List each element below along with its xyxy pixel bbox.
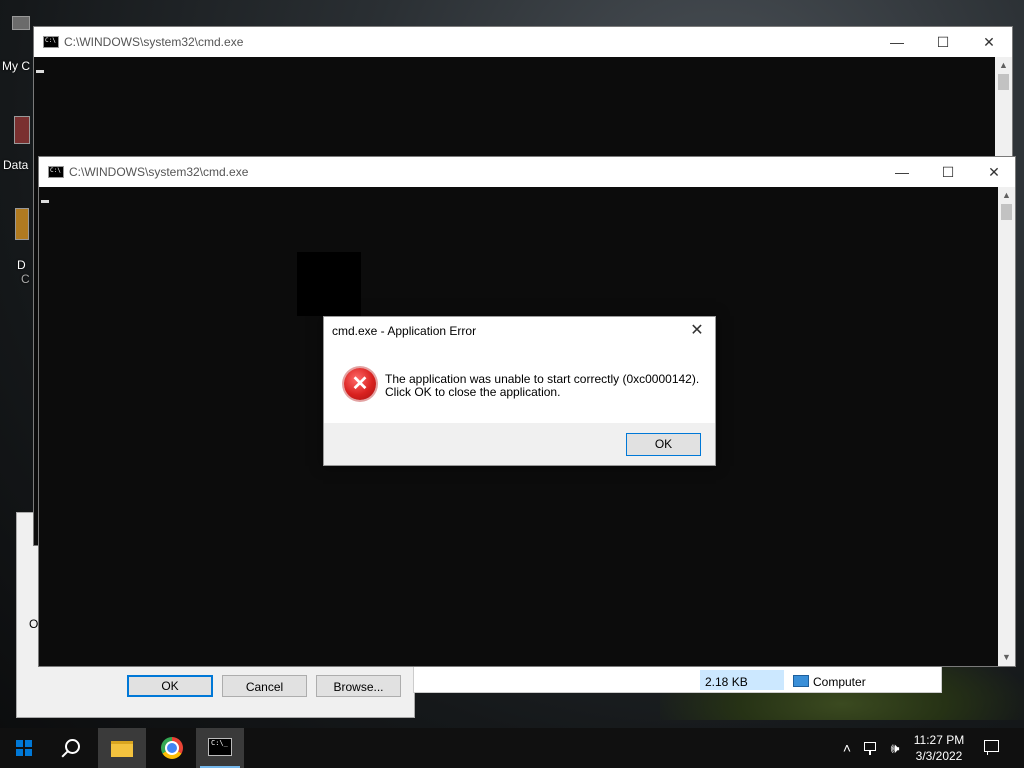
dialog-title: cmd.exe - Application Error	[332, 324, 477, 338]
folder-icon	[111, 741, 133, 757]
text-cursor	[41, 200, 49, 203]
scroll-up-arrow-icon[interactable]: ▲	[995, 57, 1012, 74]
command-prompt-icon	[43, 36, 59, 48]
start-button[interactable]	[0, 728, 48, 768]
maximize-button[interactable]: ☐	[925, 157, 971, 187]
chevron-up-icon[interactable]: ˄	[837, 728, 857, 768]
volume-icon[interactable]: 🕪	[884, 728, 906, 768]
minimize-button[interactable]: —	[874, 27, 920, 57]
text-cursor	[36, 70, 44, 73]
maximize-button[interactable]: ☐	[920, 27, 966, 57]
error-icon: ✕	[344, 368, 376, 400]
clock[interactable]: 11:27 PM 3/3/2022	[910, 732, 968, 764]
file-size: 2.18 KB	[705, 675, 748, 689]
clock-time: 11:27 PM	[913, 733, 965, 747]
title-bar[interactable]: C:\WINDOWS\system32\cmd.exe — ☐ ✕	[34, 27, 1012, 57]
taskbar-file-explorer[interactable]	[98, 728, 146, 768]
error-message-line2: Click OK to close the application.	[385, 385, 561, 399]
error-message: The application was unable to start corr…	[385, 373, 699, 399]
close-button[interactable]: ✕	[971, 157, 1017, 187]
search-button[interactable]	[48, 728, 96, 768]
taskbar-chrome[interactable]	[148, 728, 196, 768]
desktop-icon-label: Data	[3, 158, 29, 172]
windows-logo-icon	[16, 740, 32, 756]
console-artifact	[297, 252, 361, 316]
application-error-dialog: cmd.exe - Application Error ✕ ✕ The appl…	[323, 316, 716, 466]
ok-button[interactable]: OK	[127, 675, 213, 697]
minimize-button[interactable]: —	[879, 157, 925, 187]
desktop-icon-my-computer[interactable]	[0, 10, 30, 50]
document-icon[interactable]	[15, 208, 29, 240]
computer-icon	[793, 675, 809, 687]
notifications-icon[interactable]	[978, 728, 1006, 768]
scrollbar-thumb[interactable]	[998, 74, 1009, 90]
cancel-button[interactable]: Cancel	[222, 675, 307, 697]
search-icon	[65, 739, 80, 754]
dialog-footer: OK	[324, 423, 715, 465]
close-button[interactable]: ✕	[966, 27, 1012, 57]
window-title: C:\WINDOWS\system32\cmd.exe	[64, 35, 244, 49]
scrollbar-thumb[interactable]	[1001, 204, 1012, 220]
file-location: Computer	[813, 675, 866, 689]
close-icon[interactable]: ✕	[685, 320, 709, 342]
command-prompt-icon: C:\_	[208, 738, 232, 756]
data-icon[interactable]	[14, 116, 30, 144]
desktop-icon-label: C	[21, 272, 30, 286]
desktop-icon-label: D	[17, 258, 26, 272]
browse-button[interactable]: Browse...	[316, 675, 401, 697]
ok-button[interactable]: OK	[626, 433, 701, 456]
computer-icon	[12, 16, 30, 30]
vertical-scrollbar[interactable]: ▲ ▼	[998, 187, 1015, 666]
scroll-down-arrow-icon[interactable]: ▼	[998, 649, 1015, 666]
scroll-up-arrow-icon[interactable]: ▲	[998, 187, 1015, 204]
dialog-fragment-label: O	[29, 617, 39, 631]
title-bar[interactable]: C:\WINDOWS\system32\cmd.exe — ☐ ✕	[39, 157, 1015, 187]
taskbar: C:\_ ˄ 🕪 11:27 PM 3/3/2022	[0, 728, 1024, 768]
network-icon[interactable]	[860, 728, 882, 768]
window-title: C:\WINDOWS\system32\cmd.exe	[69, 165, 249, 179]
command-prompt-icon	[48, 166, 64, 178]
taskbar-command-prompt[interactable]: C:\_	[196, 728, 244, 768]
clock-date: 3/3/2022	[915, 749, 963, 763]
desktop-icon-label: My C	[2, 59, 30, 73]
chrome-icon	[161, 737, 183, 759]
